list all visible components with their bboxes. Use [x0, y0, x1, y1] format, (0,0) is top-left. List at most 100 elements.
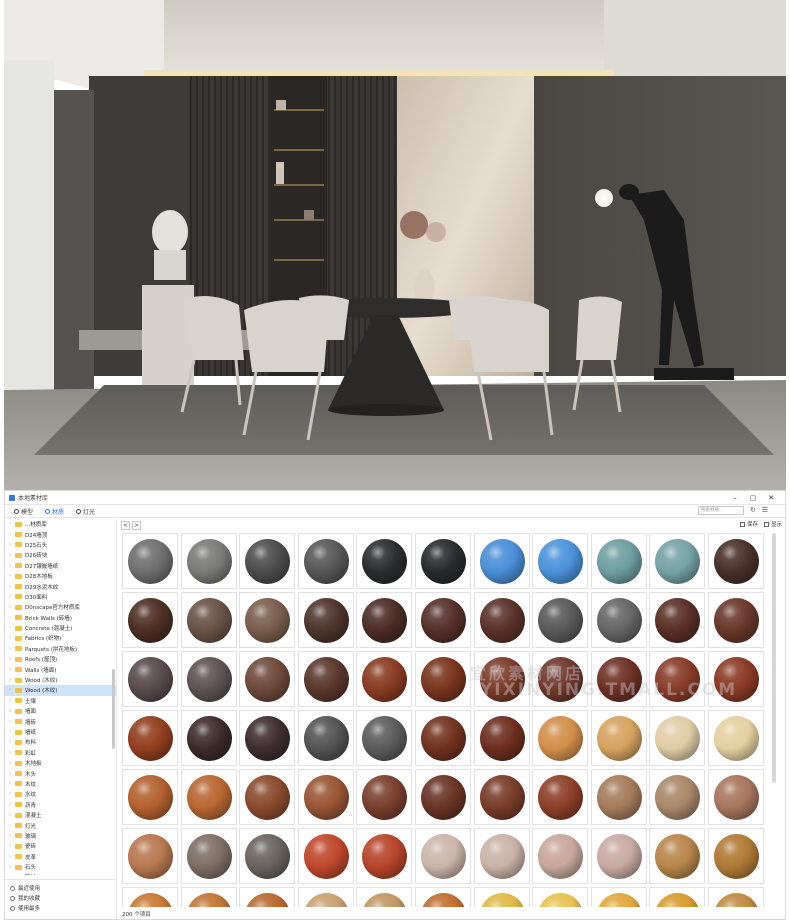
- material-thumbnail[interactable]: [649, 533, 706, 589]
- material-thumbnail[interactable]: [180, 533, 237, 589]
- folder-item[interactable]: › Roofs (屋顶): [5, 654, 116, 664]
- display-button[interactable]: 显示: [763, 520, 782, 528]
- material-thumbnail[interactable]: [532, 592, 589, 648]
- folder-item[interactable]: › D30面料: [5, 592, 116, 602]
- folder-item[interactable]: › 混凝土: [5, 810, 116, 820]
- search-input[interactable]: 搜索材质...: [698, 506, 744, 515]
- material-thumbnail[interactable]: [473, 710, 530, 766]
- refresh-icon[interactable]: ↻: [750, 506, 756, 514]
- material-thumbnail[interactable]: [415, 651, 471, 707]
- material-thumbnail[interactable]: [532, 887, 589, 907]
- folder-item[interactable]: › Fabrics (织物): [5, 633, 116, 643]
- material-thumbnail[interactable]: [356, 710, 413, 766]
- folder-item[interactable]: › 石头: [5, 862, 116, 872]
- material-thumbnail[interactable]: [649, 710, 706, 766]
- folder-item[interactable]: › Wood (木纹): [5, 685, 116, 696]
- material-thumbnail[interactable]: [297, 828, 354, 884]
- material-thumbnail[interactable]: [590, 592, 647, 648]
- grid-scrollbar[interactable]: [772, 533, 776, 783]
- folder-item[interactable]: › 皮革: [5, 852, 116, 862]
- material-thumbnail[interactable]: [356, 769, 413, 825]
- folder-item[interactable]: › D0nscape官方材质库: [5, 602, 116, 612]
- folder-item[interactable]: › D24墙顶: [5, 529, 116, 539]
- folder-item[interactable]: › 灯光: [5, 820, 116, 830]
- material-thumbnail[interactable]: [590, 887, 647, 907]
- material-thumbnail[interactable]: [708, 769, 764, 825]
- material-thumbnail[interactable]: [649, 887, 706, 907]
- material-thumbnail[interactable]: [297, 887, 354, 907]
- folder-item[interactable]: › 木纹: [5, 779, 116, 789]
- folder-item[interactable]: › D26砖块: [5, 550, 116, 560]
- folder-item[interactable]: › D29水泥木纹: [5, 581, 116, 591]
- material-thumbnail[interactable]: [473, 769, 530, 825]
- tab-2[interactable]: 灯光: [70, 506, 101, 517]
- material-thumbnail[interactable]: [122, 887, 178, 907]
- tab-0[interactable]: 模型: [8, 506, 39, 517]
- material-thumbnail[interactable]: [649, 651, 706, 707]
- material-thumbnail[interactable]: [180, 592, 237, 648]
- quick-link[interactable]: 使用最多: [5, 903, 116, 913]
- material-thumbnail[interactable]: [122, 592, 178, 648]
- folder-item[interactable]: › 墙纸: [5, 727, 116, 737]
- material-thumbnail[interactable]: [180, 651, 237, 707]
- material-thumbnail[interactable]: [649, 828, 706, 884]
- material-thumbnail[interactable]: [180, 887, 237, 907]
- material-thumbnail[interactable]: [239, 887, 296, 907]
- folder-item[interactable]: › 木头: [5, 768, 116, 778]
- folder-item[interactable]: › 墙砖: [5, 716, 116, 726]
- folder-item[interactable]: › 瓷砖: [5, 841, 116, 851]
- material-thumbnail[interactable]: [708, 651, 764, 707]
- material-thumbnail[interactable]: [180, 828, 237, 884]
- material-thumbnail[interactable]: [590, 828, 647, 884]
- folder-item[interactable]: › 彩虹: [5, 748, 116, 758]
- material-thumbnail[interactable]: [356, 651, 413, 707]
- back-button[interactable]: <: [121, 520, 130, 530]
- folder-item[interactable]: › D27镶嵌墙纸: [5, 561, 116, 571]
- material-thumbnail[interactable]: [415, 769, 471, 825]
- material-thumbnail[interactable]: [297, 769, 354, 825]
- material-thumbnail[interactable]: [415, 828, 471, 884]
- folder-item[interactable]: › D25石头: [5, 540, 116, 550]
- folder-item[interactable]: › 土壤: [5, 696, 116, 706]
- material-thumbnail[interactable]: [297, 651, 354, 707]
- material-thumbnail[interactable]: [532, 769, 589, 825]
- material-thumbnail[interactable]: [415, 887, 471, 907]
- tab-1[interactable]: 材质: [39, 506, 70, 517]
- material-thumbnail[interactable]: [590, 710, 647, 766]
- material-thumbnail[interactable]: [180, 769, 237, 825]
- folder-item[interactable]: › Walls (墙面): [5, 664, 116, 674]
- material-thumbnail[interactable]: [239, 710, 296, 766]
- material-thumbnail[interactable]: [415, 533, 471, 589]
- minimize-button[interactable]: –: [731, 494, 739, 502]
- material-thumbnail[interactable]: [297, 533, 354, 589]
- folder-item[interactable]: › 玻璃: [5, 831, 116, 841]
- material-thumbnail[interactable]: [649, 769, 706, 825]
- folder-item[interactable]: › Parquets (拼花地板): [5, 644, 116, 654]
- material-thumbnail[interactable]: [708, 710, 764, 766]
- folder-item[interactable]: › 布料: [5, 737, 116, 747]
- folder-item[interactable]: › Brick Walls (砖墙): [5, 613, 116, 623]
- folder-item[interactable]: › 水纹: [5, 789, 116, 799]
- folder-item[interactable]: › ...材质库: [5, 519, 116, 529]
- material-thumbnail[interactable]: [473, 887, 530, 907]
- sidebar-scrollbar[interactable]: [112, 669, 115, 749]
- folder-item[interactable]: › 木地板: [5, 758, 116, 768]
- material-thumbnail[interactable]: [532, 828, 589, 884]
- folder-item[interactable]: › 沥青: [5, 800, 116, 810]
- material-thumbnail[interactable]: [297, 710, 354, 766]
- quick-link[interactable]: 我的收藏: [5, 893, 116, 903]
- maximize-button[interactable]: ▢: [749, 494, 757, 502]
- material-thumbnail[interactable]: [239, 533, 296, 589]
- material-thumbnail[interactable]: [708, 887, 764, 907]
- material-thumbnail[interactable]: [532, 533, 589, 589]
- material-thumbnail[interactable]: [239, 592, 296, 648]
- material-thumbnail[interactable]: [122, 828, 178, 884]
- material-thumbnail[interactable]: [239, 828, 296, 884]
- material-thumbnail[interactable]: [122, 710, 178, 766]
- material-thumbnail[interactable]: [356, 592, 413, 648]
- material-thumbnail[interactable]: [415, 592, 471, 648]
- material-thumbnail[interactable]: [239, 769, 296, 825]
- material-thumbnail[interactable]: [708, 592, 764, 648]
- material-thumbnail[interactable]: [708, 533, 764, 589]
- material-thumbnail[interactable]: [590, 651, 647, 707]
